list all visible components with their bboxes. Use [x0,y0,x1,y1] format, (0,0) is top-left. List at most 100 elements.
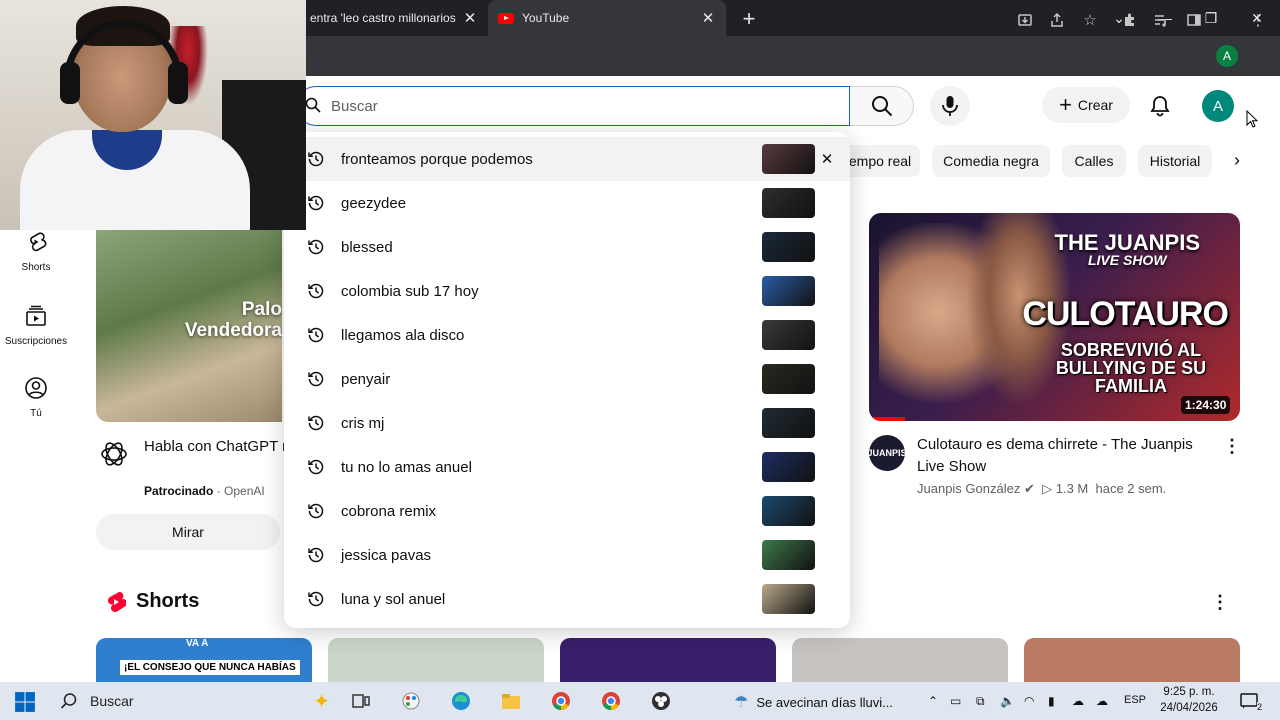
search-suggestion[interactable]: penyair [284,357,850,401]
new-tab-button[interactable]: + [738,6,760,32]
taskbar-weather[interactable]: ☂ Se avecinan días lluvi... [734,692,893,712]
history-icon [308,195,324,211]
tray-app-icon[interactable]: ⧉ [976,694,985,709]
suggestion-text: cris mj [341,414,385,432]
video-age: hace 2 sem. [1095,481,1167,496]
channel-avatar[interactable]: JUANPIS [868,435,907,471]
suggestion-thumbnail [762,540,815,570]
chip-comedia-negra[interactable]: Comedia negra [932,145,1050,177]
search-suggestion[interactable]: blessed [284,225,850,269]
suggestion-thumbnail [762,144,815,174]
chevron-right-icon[interactable]: › [1226,150,1248,172]
browser-menu-icon[interactable]: ⋮ [1247,9,1269,31]
tab-close-icon[interactable]: ✕ [700,9,716,27]
webcam-overlay [0,0,306,230]
chip-historial[interactable]: Historial [1138,145,1212,177]
cloud-offline-icon[interactable]: ☁ [1096,694,1108,708]
browser-profile-avatar[interactable]: A [1216,45,1238,67]
media-control-icon[interactable] [1150,9,1172,31]
ad-thumbnail[interactable]: Palo Vendedora [96,230,282,422]
search-suggestion[interactable]: cobrona remix [284,489,850,533]
ad-overlay-line: Palo [241,299,282,320]
search-suggestion[interactable]: fronteamos porque podemos ✕ [284,137,850,181]
sidebar-item-subscriptions[interactable]: Suscripciones [0,304,72,347]
suggestion-text: tu no lo amas anuel [341,458,472,476]
sidebar-item-shorts[interactable]: Shorts [0,230,72,273]
account-avatar[interactable]: A [1202,90,1234,122]
notifications-icon[interactable]: 2 [1238,690,1262,712]
cloud-offline-icon[interactable]: ☁ [1072,694,1084,708]
search-suggestion[interactable]: colombia sub 17 hoy [284,269,850,313]
watch-progress-bar [869,417,905,421]
chrome-icon[interactable] [550,690,572,712]
tray-app-icon[interactable]: ▭ [950,694,961,708]
wifi-icon[interactable]: ◠ [1024,694,1034,708]
file-explorer-icon[interactable] [500,690,522,712]
taskbar-search[interactable]: Buscar ✦ [50,685,340,717]
short-overlay-text: VA A [186,638,209,649]
short-thumbnail[interactable] [792,638,1008,682]
search-input[interactable]: Buscar [296,86,850,126]
side-panel-icon[interactable] [1183,9,1205,31]
suggestion-thumbnail [762,496,815,526]
advertiser-name: OpenAI [224,484,265,498]
windows-start-icon[interactable] [14,691,36,713]
search-suggestion[interactable]: geezydee [284,181,850,225]
suggestion-text: jessica pavas [341,546,432,564]
more-options-icon[interactable]: ⋮ [1222,436,1242,456]
search-button[interactable] [850,86,914,126]
sidebar-item-you[interactable]: Tú [0,376,72,419]
taskbar-clock[interactable]: 9:25 p. m. 24/04/2026 [1150,684,1228,716]
watch-ad-button[interactable]: Mirar [96,514,280,550]
chip-tiempo-real[interactable]: empo real [840,145,920,177]
video-thumbnail[interactable]: THE JUANPIS LIVE SHOW CULOTAURO SOBREVIVI… [869,213,1240,421]
verified-icon: ✔ [1023,481,1035,496]
paint-app-icon[interactable] [400,690,422,712]
suggestion-text: fronteamos porque podemos [341,150,533,168]
suggestion-thumbnail [762,188,815,218]
input-language[interactable]: ESP [1124,694,1146,706]
search-placeholder: Buscar [331,97,378,115]
create-button[interactable]: + Crear [1042,87,1130,123]
voice-search-button[interactable] [930,86,970,126]
suggestion-text: geezydee [341,194,407,212]
short-thumbnail[interactable] [1024,638,1240,682]
sponsored-label: Patrocinado [144,484,214,498]
remove-suggestion-icon[interactable]: ✕ [820,150,834,168]
bookmark-star-icon[interactable]: ☆ [1079,9,1101,31]
show-hidden-icons-icon[interactable]: ⌃ [928,694,938,708]
short-thumbnail[interactable] [328,638,544,682]
edge-browser-icon[interactable] [450,690,472,712]
ad-thumbnail-overlay: Palo Vendedora [184,299,282,342]
ad-title[interactable]: Habla con ChatGPT mediante voz con v [144,436,284,458]
tab-close-icon[interactable]: ✕ [462,9,478,27]
battery-icon[interactable]: ▮ [1048,694,1055,708]
search-highlight-icon: ✦ [313,690,330,713]
channel-name[interactable]: Juanpis González [917,481,1020,496]
volume-icon[interactable]: 🔈 [1000,694,1015,708]
more-options-icon[interactable]: ⋮ [1208,592,1232,613]
video-meta: Juanpis González ✔ ▷ 1.3 M hace 2 sem. [917,481,1166,497]
search-suggestion[interactable]: tu no lo amas anuel [284,445,850,489]
search-suggestion[interactable]: llegamos ala disco [284,313,850,357]
plus-icon: + [1059,92,1072,117]
notifications-bell-icon[interactable] [1148,94,1172,118]
ad-overlay-line: Vendedora [184,319,282,341]
history-icon [308,547,324,563]
video-title[interactable]: Culotauro es dema chirrete - The Juanpis… [917,434,1217,478]
short-thumbnail[interactable] [560,638,776,682]
search-suggestion[interactable]: jessica pavas [284,533,850,577]
browser-tab-inactive[interactable]: entra 'leo castro millonarios ✕ [300,0,488,36]
openai-logo-icon[interactable] [98,438,130,470]
search-suggestion[interactable]: cris mj [284,401,850,445]
chrome-profile-icon[interactable] [600,690,622,712]
task-view-icon[interactable] [350,690,372,712]
search-suggestion[interactable]: luna y sol anuel [284,577,850,621]
chip-calles[interactable]: Calles [1062,145,1126,177]
share-icon[interactable] [1046,9,1068,31]
extensions-icon[interactable] [1119,9,1141,31]
browser-tab-youtube[interactable]: YouTube ✕ [488,0,726,36]
obs-icon[interactable] [650,690,672,712]
headset-earcup [60,62,80,104]
install-icon[interactable] [1014,9,1036,31]
